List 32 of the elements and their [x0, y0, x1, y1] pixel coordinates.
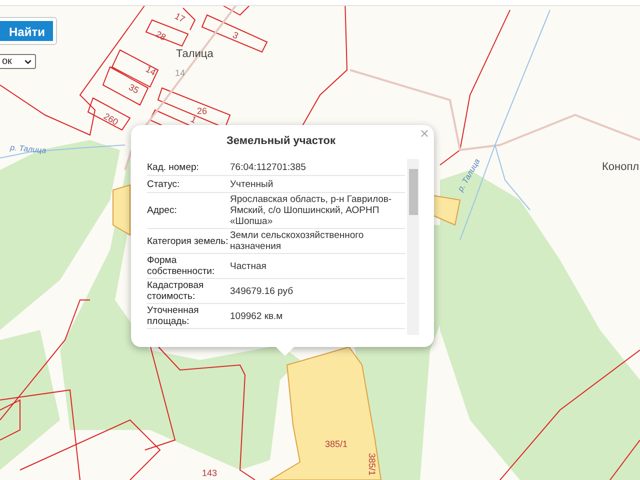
field-value: Земли сельскохозяйственного назначения	[230, 230, 365, 252]
field-label: Кадастровая стоимость:	[147, 280, 205, 302]
map-label: 26	[197, 106, 208, 116]
layer-select[interactable]: ок	[0, 54, 36, 69]
map-label: р. Талица	[10, 143, 47, 156]
search-button[interactable]: Найти	[0, 21, 53, 41]
map-label: Конопл	[602, 161, 640, 173]
map-label: 17	[173, 10, 187, 24]
field-label: Категория земель:	[147, 236, 230, 246]
map-label: 1	[189, 114, 198, 126]
map-label: 28	[154, 28, 168, 42]
field-label: Уточненная площадь:	[147, 305, 200, 327]
field-value: Ярославская область, р-н Гаврилов-Ямский, с/о Шопшинский, АОРНП «Шопша»	[230, 194, 393, 227]
field-value: Учтенный	[230, 178, 274, 190]
map-label: Талица	[176, 48, 214, 60]
field-value: 349679.16 руб	[230, 286, 294, 296]
field-value: Частная	[230, 260, 268, 272]
map-label: 14	[175, 68, 186, 78]
field-label: Форма собственности:	[147, 255, 216, 277]
map-label: 35	[127, 82, 141, 96]
popup-title: Земельный участок	[226, 135, 336, 147]
field-label: Адрес:	[147, 205, 178, 216]
field-value: 76:04:112701:385	[230, 162, 307, 172]
map-label: 385/1	[325, 439, 348, 449]
map-label: 14	[144, 64, 158, 78]
field-value: 109962 кв.м	[230, 310, 284, 322]
field-label: Статус:	[147, 178, 181, 190]
field-label: Кад. номер:	[147, 162, 200, 172]
map-label: 3	[231, 30, 240, 41]
map-label: 260	[102, 111, 120, 128]
map-label: 143	[202, 468, 218, 478]
map-label: 385/1	[367, 453, 377, 476]
